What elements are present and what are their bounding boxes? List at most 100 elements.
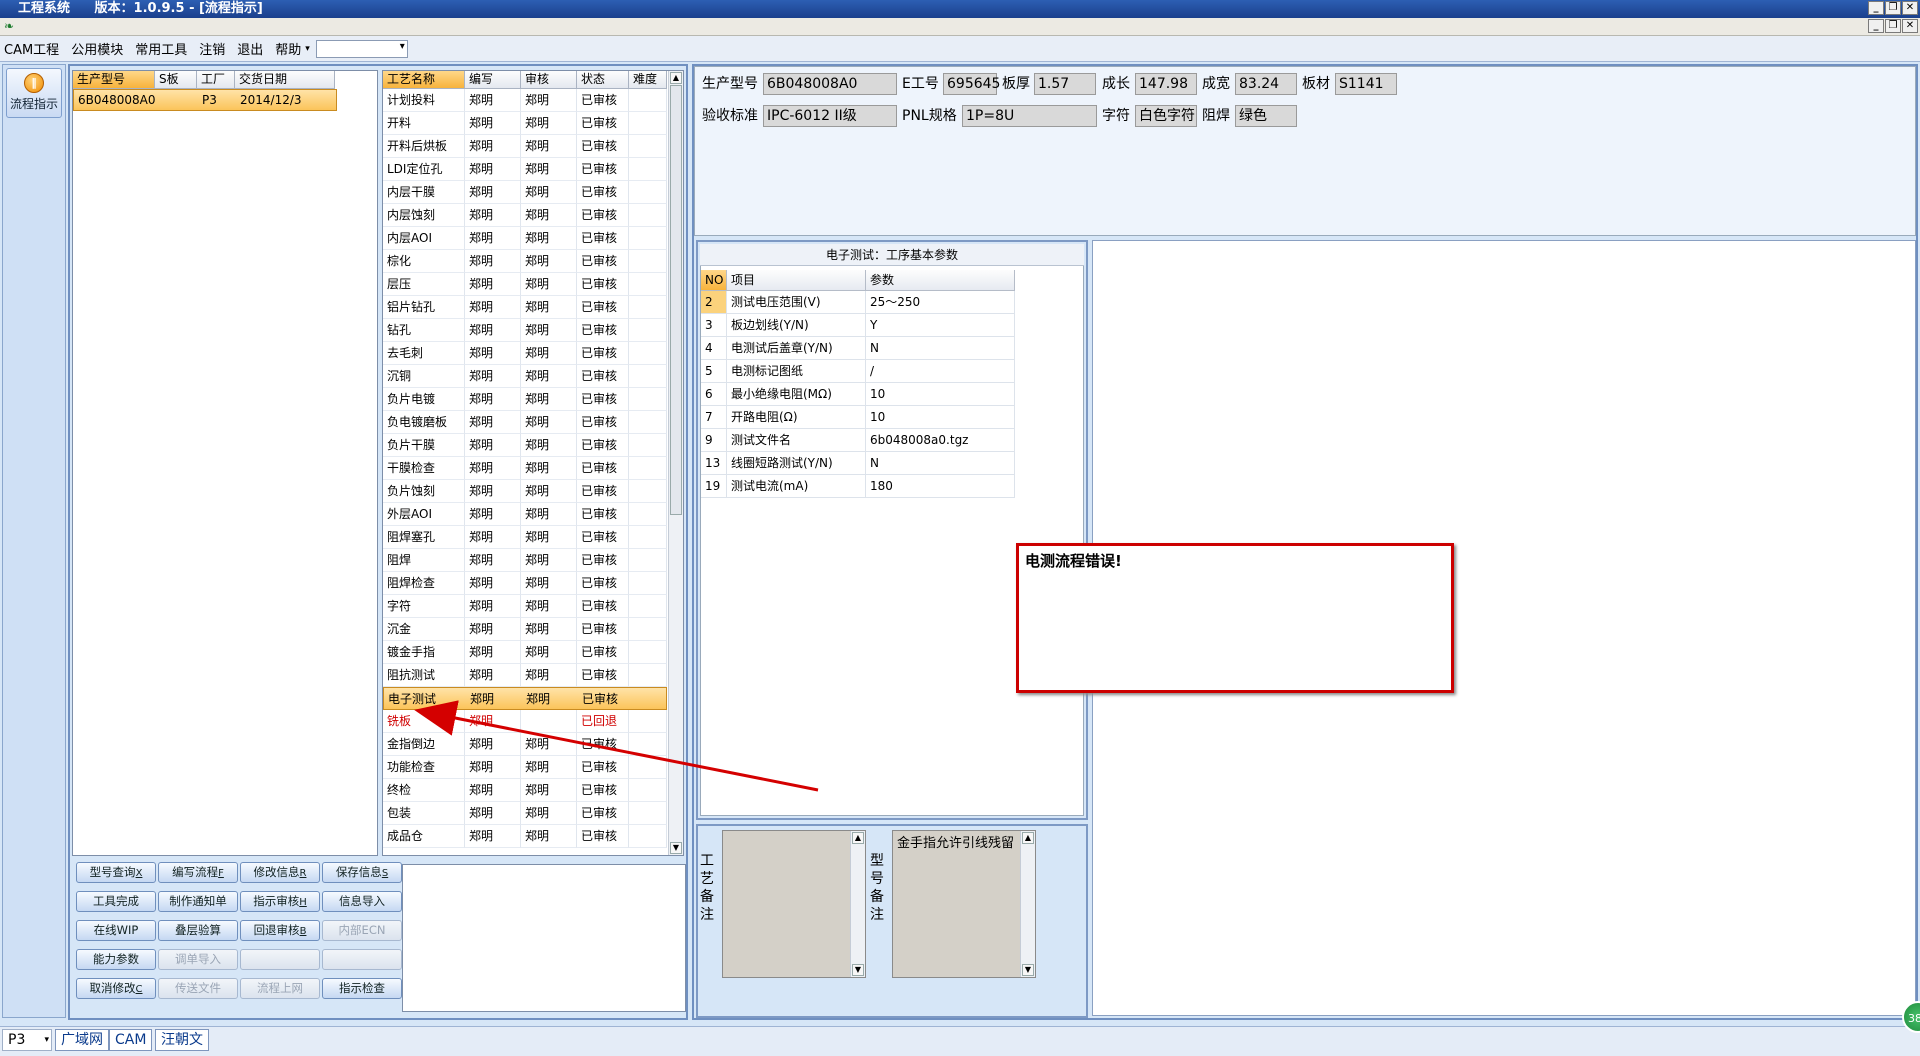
remark-scroll-down-icon[interactable]: ▼ — [852, 964, 864, 976]
action-button-12[interactable]: 能力参数 — [76, 949, 156, 970]
process-row[interactable]: LDI定位孔 郑明 郑明 已审核 — [383, 158, 667, 181]
orders-header-3[interactable]: 交货日期 — [235, 71, 335, 89]
thick-field[interactable]: 1.57 — [1034, 73, 1096, 95]
params-cell[interactable]: 6b048008a0.tgz — [866, 429, 1015, 452]
process-row[interactable]: 外层AOI 郑明 郑明 已审核 — [383, 503, 667, 526]
params-cell[interactable]: / — [866, 360, 1015, 383]
process-row[interactable]: 沉铜 郑明 郑明 已审核 — [383, 365, 667, 388]
action-button-10[interactable]: 回退审核B — [240, 920, 320, 941]
menu-combo[interactable] — [315, 39, 408, 58]
process-row[interactable]: 内层蚀刻 郑明 郑明 已审核 — [383, 204, 667, 227]
process-row[interactable]: 电子测试 郑明 郑明 已审核 — [383, 687, 667, 710]
mask-field[interactable]: 绿色 — [1235, 105, 1297, 127]
char-field[interactable]: 白色字符 — [1135, 105, 1197, 127]
notification-badge[interactable]: 38 — [1902, 1001, 1920, 1033]
process-row[interactable]: 功能检查 郑明 郑明 已审核 — [383, 756, 667, 779]
menu-help[interactable]: 帮助 — [275, 39, 301, 58]
orders-grid[interactable]: 生产型号 S板 工厂 交货日期 6B048008A0 P3 2014/12/3 — [72, 70, 378, 856]
action-button-8[interactable]: 在线WIP — [76, 920, 156, 941]
process-row[interactable]: 阻焊 郑明 郑明 已审核 — [383, 549, 667, 572]
orders-header-2[interactable]: 工厂 — [197, 71, 235, 89]
pnl-field[interactable]: 1P=8U — [962, 105, 1097, 127]
action-button-7[interactable]: 信息导入 — [322, 891, 402, 912]
params-header-0[interactable]: NO — [701, 270, 727, 291]
params-cell[interactable]: 10 — [866, 406, 1015, 429]
process-row[interactable]: 负片干膜 郑明 郑明 已审核 — [383, 434, 667, 457]
process-row[interactable]: 棕化 郑明 郑明 已审核 — [383, 250, 667, 273]
process-header-2[interactable]: 审核 — [521, 71, 577, 89]
action-button-19[interactable]: 指示检查 — [322, 978, 402, 999]
scroll-down-icon[interactable]: ▼ — [670, 842, 682, 854]
action-button-6[interactable]: 指示审核H — [240, 891, 320, 912]
model-scroll-down-icon[interactable]: ▼ — [1022, 964, 1034, 976]
process-row[interactable]: 开料 郑明 郑明 已审核 — [383, 112, 667, 135]
action-button-2[interactable]: 修改信息R — [240, 862, 320, 883]
process-row[interactable]: 金指倒边 郑明 郑明 已审核 — [383, 733, 667, 756]
model-scroll-up-icon[interactable]: ▲ — [1022, 832, 1034, 844]
process-row[interactable]: 终检 郑明 郑明 已审核 — [383, 779, 667, 802]
orders-row[interactable]: 6B048008A0 P3 2014/12/3 — [73, 89, 337, 111]
menu-overflow-icon[interactable]: ▾ — [305, 44, 310, 54]
menu-common[interactable]: 公用模块 — [71, 39, 123, 58]
action-button-3[interactable]: 保存信息S — [322, 862, 402, 883]
process-row[interactable]: 铣板 郑明 已回退 — [383, 710, 667, 733]
process-scrollbar[interactable]: ▲ ▼ — [668, 71, 683, 855]
child-restore-icon[interactable]: ❐ — [1885, 19, 1901, 33]
process-header-0[interactable]: 工艺名称 — [383, 71, 465, 89]
process-row[interactable]: 干膜检查 郑明 郑明 已审核 — [383, 457, 667, 480]
remark-scroll-up-icon[interactable]: ▲ — [852, 832, 864, 844]
process-row[interactable]: 内层干膜 郑明 郑明 已审核 — [383, 181, 667, 204]
process-row[interactable]: 去毛刺 郑明 郑明 已审核 — [383, 342, 667, 365]
process-row[interactable]: 计划投料 郑明 郑明 已审核 — [383, 89, 667, 112]
params-cell[interactable]: 180 — [866, 475, 1015, 498]
process-grid[interactable]: ▲ ▼ 工艺名称 编写 审核 状态 难度 计划投料 郑明 郑明 已审核 开料 郑明 郑明 已审核 开料后烘… — [382, 70, 684, 856]
action-button-4[interactable]: 工具完成 — [76, 891, 156, 912]
params-cell[interactable]: N — [866, 337, 1015, 360]
scroll-up-icon[interactable]: ▲ — [670, 72, 682, 84]
child-close-icon[interactable]: ✕ — [1902, 19, 1918, 33]
eng-field[interactable]: 695645 — [943, 73, 1000, 95]
menu-exit[interactable]: 退出 — [237, 39, 263, 58]
action-button-5[interactable]: 制作通知单 — [158, 891, 238, 912]
process-row[interactable]: 开料后烘板 郑明 郑明 已审核 — [383, 135, 667, 158]
params-header-1[interactable]: 项目 — [727, 270, 866, 291]
minimize-icon[interactable]: _ — [1868, 1, 1884, 15]
params-cell[interactable]: N — [866, 452, 1015, 475]
params-cell[interactable]: 25～250 — [866, 291, 1015, 314]
orders-header-0[interactable]: 生产型号 — [73, 71, 155, 89]
process-row[interactable]: 镀金手指 郑明 郑明 已审核 — [383, 641, 667, 664]
process-row[interactable]: 负电镀磨板 郑明 郑明 已审核 — [383, 411, 667, 434]
process-row[interactable]: 负片电镀 郑明 郑明 已审核 — [383, 388, 667, 411]
child-minimize-icon[interactable]: _ — [1868, 19, 1884, 33]
process-row[interactable]: 阻抗测试 郑明 郑明 已审核 — [383, 664, 667, 687]
params-cell[interactable]: Y — [866, 314, 1015, 337]
menu-logout[interactable]: 注销 — [199, 39, 225, 58]
menu-tools[interactable]: 常用工具 — [135, 39, 187, 58]
action-button-1[interactable]: 编写流程F — [158, 862, 238, 883]
process-row[interactable]: 成品仓 郑明 郑明 已审核 — [383, 825, 667, 848]
process-row[interactable]: 层压 郑明 郑明 已审核 — [383, 273, 667, 296]
close-icon[interactable]: ✕ — [1902, 1, 1918, 15]
process-row[interactable]: 沉金 郑明 郑明 已审核 — [383, 618, 667, 641]
process-row[interactable]: 铝片钻孔 郑明 郑明 已审核 — [383, 296, 667, 319]
flow-nav-button[interactable]: ‖ 流程指示 — [6, 68, 62, 118]
action-button-0[interactable]: 型号查询X — [76, 862, 156, 883]
len-field[interactable]: 147.98 — [1135, 73, 1197, 95]
mat-field[interactable]: S1141 — [1335, 73, 1397, 95]
process-header-3[interactable]: 状态 — [577, 71, 629, 89]
process-row[interactable]: 字符 郑明 郑明 已审核 — [383, 595, 667, 618]
process-remark-scrollbar[interactable]: ▲ ▼ — [850, 831, 865, 977]
orders-header-1[interactable]: S板 — [155, 71, 197, 89]
message-box[interactable] — [402, 864, 686, 1012]
process-remark-memo[interactable]: ▲ ▼ — [722, 830, 866, 978]
status-factory[interactable]: P3 ▾ — [2, 1029, 52, 1051]
menu-cam[interactable]: CAM工程 — [4, 39, 59, 58]
process-row[interactable]: 阻焊塞孔 郑明 郑明 已审核 — [383, 526, 667, 549]
model-remark-memo[interactable]: 金手指允许引线残留 ▲ ▼ — [892, 830, 1036, 978]
width-field[interactable]: 83.24 — [1235, 73, 1297, 95]
process-row[interactable]: 包装 郑明 郑明 已审核 — [383, 802, 667, 825]
process-header-1[interactable]: 编写 — [465, 71, 521, 89]
process-row[interactable]: 钻孔 郑明 郑明 已审核 — [383, 319, 667, 342]
process-row[interactable]: 内层AOI 郑明 郑明 已审核 — [383, 227, 667, 250]
restore-icon[interactable]: ❐ — [1885, 1, 1901, 15]
